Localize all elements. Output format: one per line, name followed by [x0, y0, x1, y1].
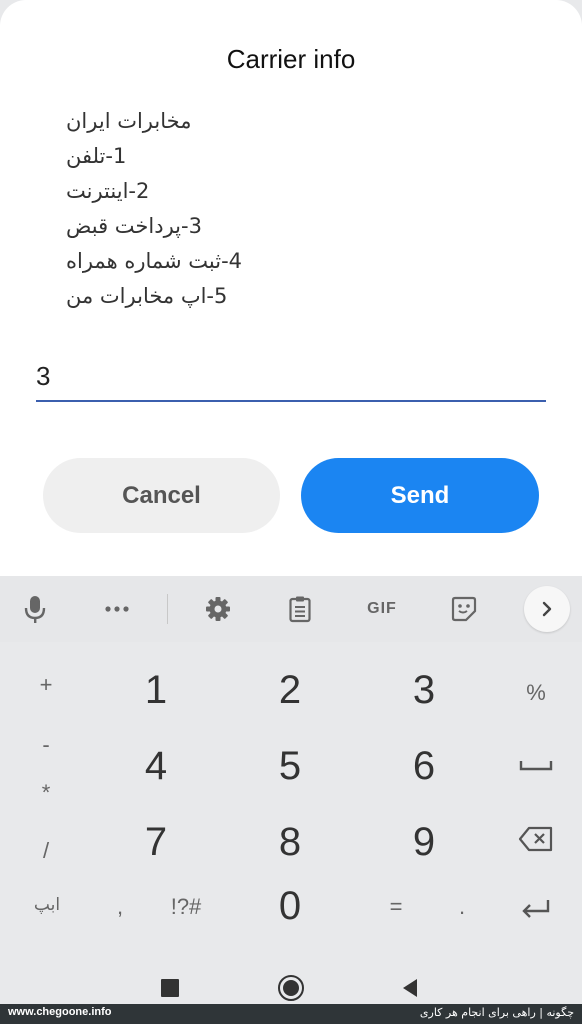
- key-1[interactable]: 1: [96, 664, 216, 716]
- message-line: مخابرات ایران: [66, 109, 192, 133]
- key-percent[interactable]: %: [510, 672, 562, 714]
- message-line: 4-ثبت شماره همراه: [66, 249, 243, 273]
- key-minus[interactable]: -: [20, 724, 72, 766]
- dialog-message: مخابرات ایران 1-تلفن 2-اینترنت 3-پرداخت …: [66, 104, 326, 314]
- carrier-info-dialog: Carrier info مخابرات ایران 1-تلفن 2-اینت…: [0, 0, 582, 576]
- key-7[interactable]: 7: [96, 816, 216, 868]
- backspace-icon[interactable]: [508, 818, 564, 860]
- message-line: 1-تلفن: [66, 144, 127, 168]
- key-slash[interactable]: /: [20, 830, 72, 872]
- toolbar-divider: [167, 594, 168, 624]
- clipboard-icon[interactable]: [279, 588, 321, 630]
- key-3[interactable]: 3: [364, 664, 484, 716]
- cancel-button[interactable]: Cancel: [43, 458, 280, 533]
- key-period[interactable]: .: [434, 886, 490, 928]
- space-icon[interactable]: [510, 744, 562, 786]
- key-5[interactable]: 5: [230, 740, 350, 792]
- more-icon[interactable]: [96, 588, 138, 630]
- key-comma[interactable]: ,: [96, 886, 144, 928]
- send-button[interactable]: Send: [301, 458, 539, 533]
- key-equals[interactable]: =: [364, 886, 428, 928]
- response-input-wrapper: [36, 356, 546, 402]
- microphone-icon[interactable]: [14, 588, 56, 630]
- footer-site: www.chegoone.info: [8, 1006, 112, 1018]
- footer-tagline: چگونه | راهی برای انجام هر کاری: [419, 1006, 574, 1019]
- key-2[interactable]: 2: [230, 664, 350, 716]
- recents-square-icon[interactable]: [150, 968, 190, 1008]
- enter-icon[interactable]: [510, 888, 562, 930]
- message-line: 5-اپ مخابرات من: [66, 284, 228, 308]
- dialog-title: Carrier info: [226, 44, 356, 74]
- key-symbols[interactable]: !?#: [150, 886, 222, 928]
- key-8[interactable]: 8: [230, 816, 350, 868]
- numeric-keyboard: + - * / ابپ 1 2 3 4 5 6 7 8 9 , !?# 0 = …: [0, 642, 582, 954]
- key-language-switch[interactable]: ابپ: [12, 884, 82, 926]
- settings-icon[interactable]: [197, 588, 239, 630]
- watermark-footer: www.chegoone.info چگونه | راهی برای انجا…: [0, 1004, 582, 1024]
- keyboard-toolbar: GIF: [0, 576, 582, 642]
- back-triangle-icon[interactable]: [390, 968, 430, 1008]
- key-asterisk[interactable]: *: [20, 772, 72, 814]
- key-6[interactable]: 6: [364, 740, 484, 792]
- system-navigation-bar: [0, 954, 582, 1004]
- message-line: 2-اینترنت: [66, 179, 150, 203]
- gif-icon[interactable]: GIF: [361, 588, 403, 630]
- sticker-icon[interactable]: [443, 588, 485, 630]
- response-input[interactable]: [36, 356, 546, 396]
- key-plus[interactable]: +: [20, 664, 72, 706]
- key-0[interactable]: 0: [230, 880, 350, 932]
- message-line: 3-پرداخت قبض: [66, 214, 202, 238]
- key-9[interactable]: 9: [364, 816, 484, 868]
- chevron-right-icon[interactable]: [524, 586, 570, 632]
- key-4[interactable]: 4: [96, 740, 216, 792]
- home-circle-icon[interactable]: [271, 968, 311, 1008]
